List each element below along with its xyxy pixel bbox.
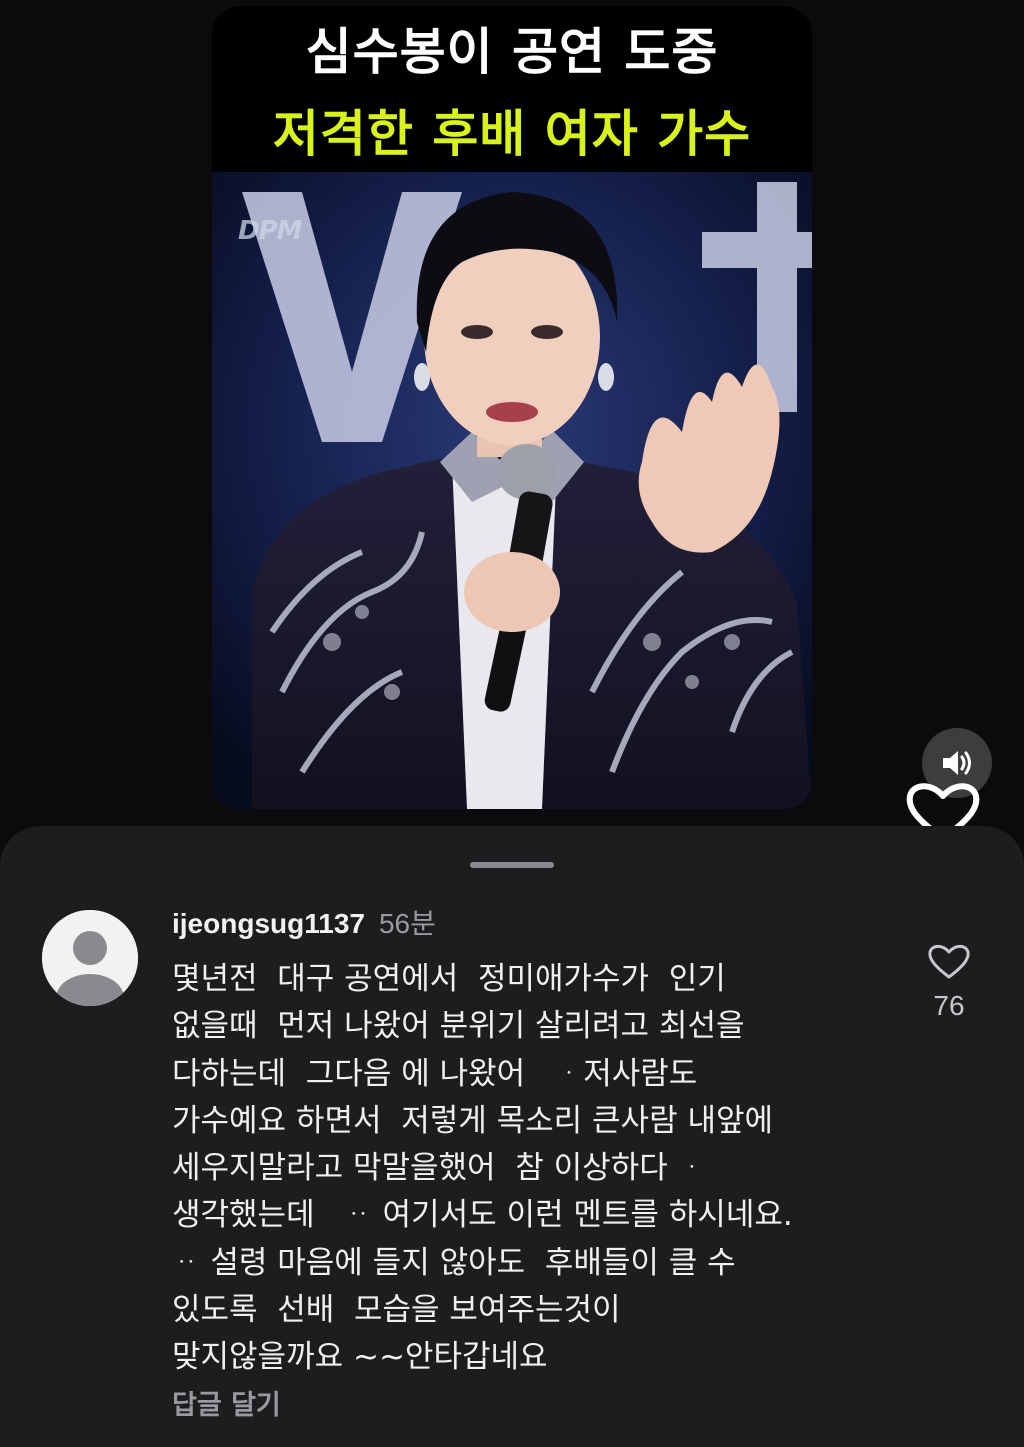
comment-line: ᆢ 설령 마음에 들지 않아도 후배들이 클 수 bbox=[172, 1244, 736, 1281]
video-player[interactable]: 심수봉이 공연 도중 저격한 후배 여자 가수 DPM bbox=[212, 6, 812, 809]
comment-line: 맞지않을까요 ~~안타갑네요 bbox=[172, 1339, 548, 1376]
heart-outline-icon[interactable] bbox=[927, 942, 971, 980]
comment-timestamp: 56분 bbox=[378, 908, 436, 939]
comment-line: 몇년전 대구 공연에서 정미애가수가 인기 bbox=[172, 961, 726, 997]
video-title-banner: 심수봉이 공연 도중 저격한 후배 여자 가수 bbox=[212, 6, 812, 172]
screen: 심수봉이 공연 도중 저격한 후배 여자 가수 DPM ijeongsug113… bbox=[0, 0, 1024, 1447]
comment-username[interactable]: ijeongsug1137 bbox=[172, 908, 365, 940]
comment-text: 몇년전 대구 공연에서 정미애가수가 인기 없을때 먼저 나왔어 분위기 살리려… bbox=[172, 956, 872, 1382]
reply-button[interactable]: 답글 달기 bbox=[172, 1383, 281, 1422]
comment-line: 생각했는데 ᆢ 여기서도 이런 멘트를 하시네요. bbox=[172, 1197, 793, 1234]
comment-line: 다하는데 그다음 에 나왔어 ᆞ저사람도 bbox=[172, 1055, 698, 1092]
comment-line: 없을때 먼저 나왔어 분위기 살리려고 최선을 bbox=[172, 1008, 745, 1045]
comment-like[interactable]: 76 bbox=[918, 942, 980, 1022]
headline-line-1: 심수봉이 공연 도중 bbox=[305, 23, 719, 81]
video-frame[interactable]: DPM bbox=[212, 172, 812, 809]
like-count: 76 bbox=[933, 990, 965, 1021]
comment-line: 있도록 선배 모습을 보여주는것이 bbox=[172, 1292, 621, 1329]
comments-sheet[interactable]: ijeongsug1137 56분 몇년전 대구 공연에서 정미애가수가 인기 … bbox=[0, 826, 1024, 1447]
default-avatar-icon[interactable] bbox=[42, 910, 138, 1006]
comment-line: 가수예요 하면서 저렇게 목소리 큰사람 내앞에 bbox=[172, 1102, 774, 1139]
speaker-icon bbox=[943, 751, 971, 775]
sheet-drag-handle[interactable] bbox=[470, 862, 554, 868]
channel-watermark: DPM bbox=[238, 216, 303, 246]
video-still bbox=[212, 172, 812, 809]
headline-line-2: 저격한 후배 여자 가수 bbox=[272, 105, 752, 163]
comment-line: 세우지말라고 막말을했어 참 이상하다 ᆞ bbox=[172, 1150, 707, 1187]
comment-header: ijeongsug1137 56분 bbox=[172, 902, 436, 942]
